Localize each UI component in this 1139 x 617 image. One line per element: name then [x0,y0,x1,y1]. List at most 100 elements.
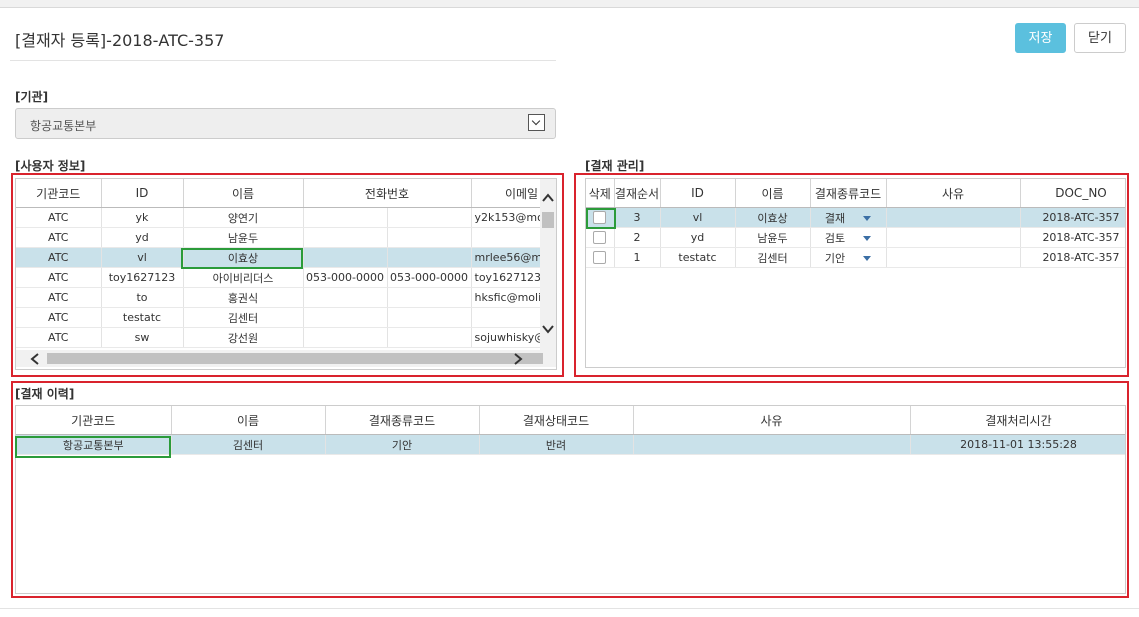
cell[interactable]: ATC [16,247,102,268]
cell[interactable]: yk [101,207,184,228]
col-header[interactable]: 결재처리시간 [910,406,1125,435]
cell[interactable]: 김센터 [171,434,326,455]
cell[interactable]: 2018-ATC-357 [1020,207,1125,228]
col-header[interactable]: 결재종류코드 [325,406,480,435]
cell[interactable] [387,247,472,268]
cell[interactable]: 053-000-0000 [303,267,388,288]
cell[interactable]: 김센터 [735,247,811,268]
cell[interactable] [303,227,388,248]
col-header[interactable]: ID [660,179,736,208]
table-row[interactable]: ATC yd 남윤두 [16,227,556,248]
cell[interactable] [387,327,472,348]
cell[interactable] [303,327,388,348]
cell[interactable]: ATC [16,207,102,228]
delete-checkbox-cell[interactable] [586,227,615,248]
cell[interactable]: testatc [101,307,184,328]
cell[interactable]: 053-000-0000 [387,267,472,288]
cell[interactable]: 이효상 [735,207,811,228]
col-header[interactable]: 이름 [171,406,326,435]
cell[interactable]: 2 [614,227,661,248]
cell[interactable] [633,434,911,455]
cell[interactable]: 2018-11-01 13:55:28 [910,434,1125,455]
cell[interactable]: 남윤두 [183,227,304,248]
close-button[interactable]: 닫기 [1074,23,1126,53]
users-hscroll-thumb[interactable] [47,353,543,364]
table-row[interactable]: ATC yk 양연기 y2k153@moli [16,207,556,228]
cell[interactable]: 양연기 [183,207,304,228]
chevron-right-icon[interactable] [513,353,523,365]
cell[interactable]: 남윤두 [735,227,811,248]
cell[interactable]: 기안 [325,434,480,455]
col-header[interactable]: 삭제 [586,179,615,208]
delete-checkbox[interactable] [593,231,607,245]
table-row-selected[interactable]: 항공교통본부 김센터 기안 반려 2018-11-01 13:55:28 [16,434,1125,455]
col-header[interactable]: 결재상태코드 [479,406,634,435]
chevron-down-icon[interactable] [528,114,545,131]
col-header[interactable]: 이름 [183,179,304,208]
cell[interactable]: 3 [614,207,661,228]
cell[interactable]: toy1627123 [101,267,184,288]
save-button[interactable]: 저장 [1015,23,1066,53]
users-horizontal-scrollbar[interactable] [16,350,556,367]
col-header[interactable]: 사유 [886,179,1021,208]
cell[interactable] [303,207,388,228]
dropdown-arrow-icon[interactable] [863,236,872,241]
cell[interactable]: sw [101,327,184,348]
cell[interactable]: yd [660,227,736,248]
cell[interactable] [303,247,388,268]
dropdown-arrow-icon[interactable] [863,256,872,261]
table-row[interactable]: ATC sw 강선원 sojuwhisky@ [16,327,556,348]
col-header[interactable]: ID [101,179,184,208]
type-select-cell[interactable]: 기안 [810,247,887,268]
cell[interactable]: ATC [16,307,102,328]
table-row[interactable]: 2 yd 남윤두 검토 2018-ATC-357 [586,227,1125,248]
cell[interactable] [303,287,388,308]
org-select[interactable]: 항공교통본부 [15,108,556,139]
col-header[interactable]: 사유 [633,406,911,435]
col-header[interactable]: 기관코드 [16,179,102,208]
cell[interactable]: ATC [16,267,102,288]
cell[interactable] [387,287,472,308]
cell[interactable] [886,227,1021,248]
cell[interactable]: 1 [614,247,661,268]
cell[interactable] [387,227,472,248]
cell[interactable]: vl [660,207,736,228]
cell[interactable]: ATC [16,227,102,248]
col-header[interactable]: 전화번호 [303,179,472,208]
col-header[interactable]: 기관코드 [16,406,172,435]
cell[interactable] [387,207,472,228]
chevron-left-icon[interactable] [30,353,40,365]
cell[interactable]: ATC [16,327,102,348]
cell[interactable]: yd [101,227,184,248]
table-row[interactable]: ATC testatc 김센터 [16,307,556,328]
cell[interactable]: vl [101,247,184,268]
users-vertical-scrollbar[interactable] [540,179,556,350]
cell[interactable] [886,247,1021,268]
cell[interactable]: 아이비리더스 [183,267,304,288]
table-row[interactable]: ATC to 홍권식 hksfic@molit [16,287,556,308]
cell[interactable]: 2018-ATC-357 [1020,247,1125,268]
delete-checkbox[interactable] [593,251,607,265]
cell[interactable] [303,307,388,328]
type-select-cell[interactable]: 검토 [810,227,887,248]
table-row-selected[interactable]: 3 vl 이효상 결재 2018-ATC-357 [586,207,1125,228]
users-vscroll-thumb[interactable] [542,212,554,228]
col-header[interactable]: 결재종류코드 [810,179,887,208]
cell[interactable]: 반려 [479,434,634,455]
cell[interactable]: ATC [16,287,102,308]
cell[interactable]: testatc [660,247,736,268]
dropdown-arrow-icon[interactable] [863,216,872,221]
cell[interactable] [387,307,472,328]
delete-checkbox-cell[interactable] [586,247,615,268]
chevron-up-icon[interactable] [542,193,554,203]
col-header[interactable]: 이름 [735,179,811,208]
cell[interactable] [886,207,1021,228]
col-header[interactable]: DOC_NO [1020,179,1125,208]
cell[interactable]: 김센터 [183,307,304,328]
type-select-cell[interactable]: 결재 [810,207,887,228]
chevron-down-icon[interactable] [542,324,554,334]
table-row[interactable]: 1 testatc 김센터 기안 2018-ATC-357 [586,247,1125,268]
cell[interactable]: 2018-ATC-357 [1020,227,1125,248]
cell[interactable]: to [101,287,184,308]
cell[interactable]: 강선원 [183,327,304,348]
